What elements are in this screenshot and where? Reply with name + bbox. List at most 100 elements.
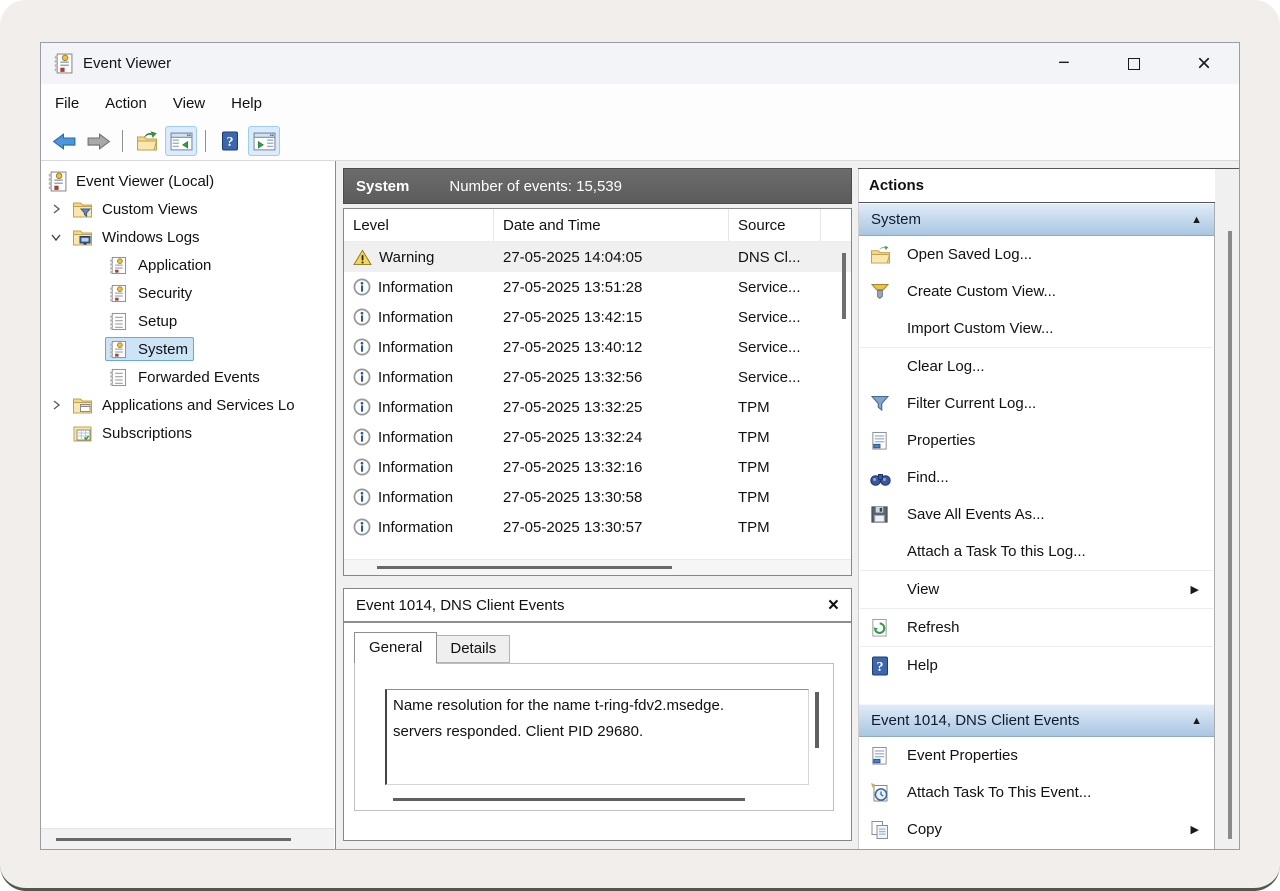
event-row[interactable]: Information27-05-2025 13:51:28Service... [344,272,851,302]
event-source-cell: Service... [729,339,821,356]
help-book-button[interactable]: ? [214,126,246,156]
main-content: Event Viewer (Local) Custom Views Windows … [41,161,1239,850]
column-header-source[interactable]: Source [729,209,821,241]
tab-details[interactable]: Details [437,635,510,663]
action-filter-current-log[interactable]: Filter Current Log... [859,385,1214,422]
back-arrow-button[interactable] [48,126,80,156]
events-log-name: System [356,178,409,195]
log-plain-icon [108,311,132,331]
collapse-arrow-icon[interactable]: ▲ [1191,715,1202,727]
column-header-level[interactable]: Level [344,209,494,241]
event-row[interactable]: Information27-05-2025 13:42:15Service... [344,302,851,332]
column-header-date-and-time[interactable]: Date and Time [494,209,729,241]
event-source-cell: Service... [729,369,821,386]
action-label: Attach Task To This Event... [907,784,1091,801]
action-view[interactable]: View▶ [859,571,1214,608]
action-label: Import Custom View... [907,320,1053,337]
event-source-cell: TPM [729,399,821,416]
tree-item-label: Custom Views [102,201,198,218]
tab-general[interactable]: General [354,632,437,664]
tree-item-windows-logs[interactable]: Windows Logs [41,223,335,251]
action-attach-a-task-to-this-log[interactable]: Attach a Task To this Log... [859,533,1214,570]
action-pane-button[interactable] [248,126,280,156]
filter-icon [870,394,892,414]
events-vscroll-thumb[interactable] [842,253,846,319]
actions-section-header-system[interactable]: System▲ [859,203,1214,236]
tree-item-subscriptions[interactable]: Subscriptions [41,419,335,447]
minimize-button[interactable]: − [1029,43,1099,84]
action-attach-task-to-this-event[interactable]: Attach Task To This Event... [859,774,1214,811]
action-find[interactable]: Find... [859,459,1214,496]
event-row[interactable]: Information27-05-2025 13:30:57TPM [344,512,851,542]
menu-file[interactable]: File [42,95,92,112]
tree-item-forwarded-events[interactable]: Forwarded Events [41,363,335,391]
action-copy[interactable]: Copy▶ [859,811,1214,848]
close-icon[interactable]: × [828,596,839,615]
event-message-line: servers responded. Client PID 29680. [393,719,802,745]
collapse-arrow-icon[interactable]: ▲ [1191,214,1202,226]
action-properties[interactable]: Properties [859,422,1214,459]
menu-action[interactable]: Action [92,95,160,112]
tree-item-security[interactable]: Security [41,279,335,307]
close-button[interactable]: × [1169,43,1239,84]
console-tree-button[interactable] [165,126,197,156]
event-row[interactable]: Warning27-05-2025 14:04:05DNS Cl... [344,242,851,272]
action-pane-icon [253,132,276,151]
tree-hscroll-thumb[interactable] [56,838,291,841]
tree-node: Setup [105,309,183,333]
tree-item-label: Security [138,285,192,302]
action-save-all-events-as[interactable]: Save All Events As... [859,496,1214,533]
menu-help[interactable]: Help [218,95,275,112]
toolbar-separator [205,130,206,152]
event-row[interactable]: Information27-05-2025 13:32:16TPM [344,452,851,482]
tree-item-setup[interactable]: Setup [41,307,335,335]
action-help[interactable]: ?Help [859,647,1214,684]
events-hscroll-thumb[interactable] [377,566,672,569]
tree-horizontal-scrollbar[interactable] [41,828,334,850]
event-datetime-cell: 27-05-2025 13:32:24 [494,429,729,446]
maximize-button[interactable] [1099,43,1169,84]
description-hscroll-thumb[interactable] [393,798,745,801]
action-event-properties[interactable]: Event Properties [859,737,1214,774]
information-icon [353,278,371,296]
chevron-right-icon[interactable] [43,203,69,215]
warning-icon [353,249,372,266]
actions-section-header-event[interactable]: Event 1014, DNS Client Events▲ [859,704,1214,737]
event-row[interactable]: Information27-05-2025 13:40:12Service... [344,332,851,362]
tree-item-system[interactable]: System [41,335,335,363]
forward-arrow-button[interactable] [82,126,114,156]
chevron-down-icon[interactable] [43,231,69,243]
event-viewer-icon [46,171,70,191]
tree-item-application[interactable]: Application [41,251,335,279]
tree-item-event-viewer-local-[interactable]: Event Viewer (Local) [41,167,335,195]
forward-arrow-icon [86,132,111,151]
action-open-saved-log[interactable]: Open Saved Log... [859,236,1214,273]
actions-vscroll-thumb[interactable] [1228,231,1232,839]
action-import-custom-view[interactable]: Import Custom View... [859,310,1214,347]
event-viewer-window: Event Viewer −× FileActionViewHelp ? Eve… [40,42,1240,850]
event-datetime-cell: 27-05-2025 13:30:58 [494,489,729,506]
save-icon [870,505,892,525]
tree-item-custom-views[interactable]: Custom Views [41,195,335,223]
events-horizontal-scrollbar[interactable] [344,559,851,575]
menu-view[interactable]: View [160,95,218,112]
open-folder-button[interactable] [131,126,163,156]
event-row[interactable]: Information27-05-2025 13:30:57TPM [344,542,851,543]
folder-table-icon [72,423,96,443]
tree-item-label: Setup [138,313,177,330]
event-row[interactable]: Information27-05-2025 13:32:25TPM [344,392,851,422]
event-level-cell: Information [344,278,494,296]
action-create-custom-view[interactable]: Create Custom View... [859,273,1214,310]
actions-panel-title: Actions [858,169,1215,203]
refresh-icon [870,618,892,638]
tree-node: Forwarded Events [105,365,266,389]
log-alert-icon [108,339,132,359]
event-row[interactable]: Information27-05-2025 13:30:58TPM [344,482,851,512]
action-refresh[interactable]: Refresh [859,609,1214,646]
event-row[interactable]: Information27-05-2025 13:32:56Service... [344,362,851,392]
action-clear-log[interactable]: Clear Log... [859,348,1214,385]
description-vscroll-thumb[interactable] [815,692,819,748]
event-row[interactable]: Information27-05-2025 13:32:24TPM [344,422,851,452]
chevron-right-icon[interactable] [43,399,69,411]
tree-item-applications-and-services-lo[interactable]: Applications and Services Lo [41,391,335,419]
